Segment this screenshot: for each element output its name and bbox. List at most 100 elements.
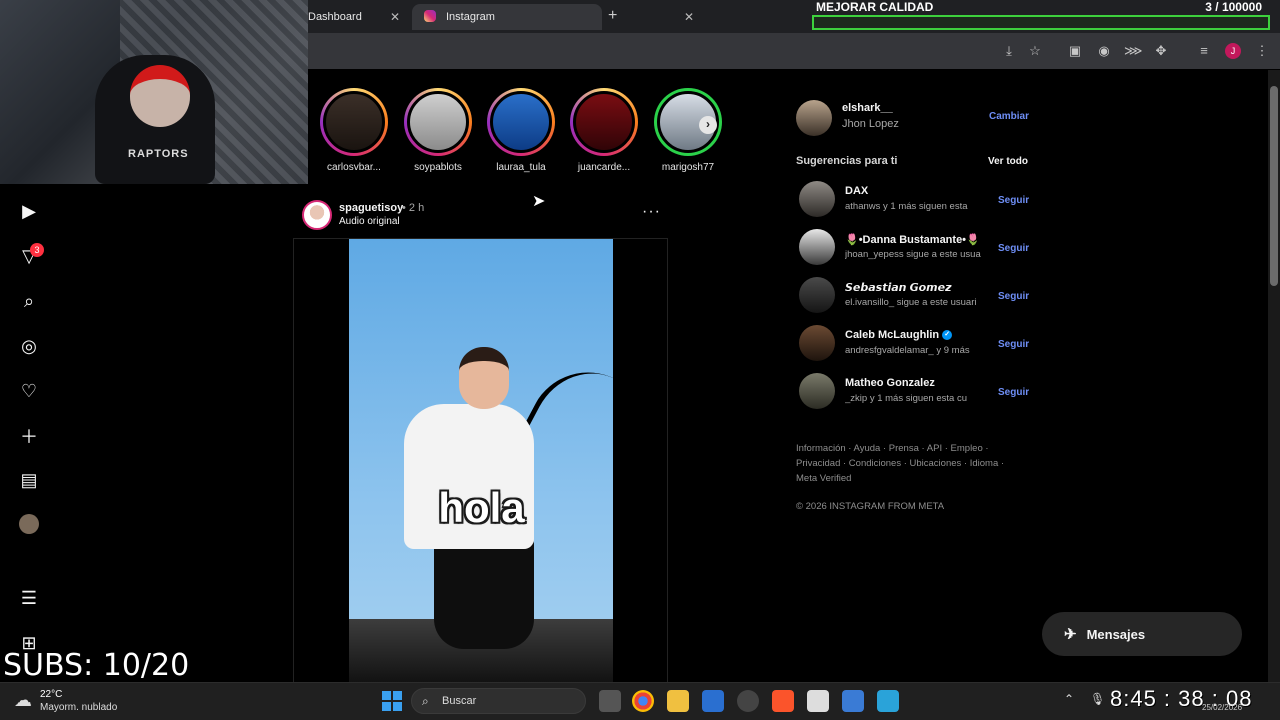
post-video[interactable]: hola [293,238,668,683]
quality-goal-label: MEJORAR CALIDAD [816,0,934,14]
weather-icon: ☁ [14,690,32,710]
notifications-badge: 3 [30,243,44,257]
app-icon[interactable] [842,690,864,712]
current-username[interactable]: elshark__ [842,102,893,114]
suggestion-context: _zkip y 1 más siguen esta cu [845,393,967,404]
instagram-icon [424,10,436,22]
close-tab-icon[interactable]: ✕ [684,10,694,24]
suggestion-name[interactable]: Matheo Gonzalez [845,377,935,389]
switch-account-button[interactable]: Cambiar [989,111,1029,122]
follow-button[interactable]: Seguir [998,243,1029,254]
file-explorer-icon[interactable] [667,690,689,712]
reels-icon[interactable]: ▶ [18,200,40,222]
story-username: lauraa_tula [496,162,546,173]
webcam-overlay: RAPTORS [0,0,308,184]
brave-icon[interactable] [772,690,794,712]
follow-button[interactable]: Seguir [998,195,1029,206]
suggestion-avatar[interactable] [799,181,835,217]
media-icon[interactable]: ≡ [1196,43,1212,59]
quality-goal-overlay: MEJORAR CALIDAD 3 / 100000 [812,0,1270,32]
follow-button[interactable]: Seguir [998,291,1029,302]
create-icon[interactable]: ＋ [18,425,40,447]
bookmark-star-icon[interactable]: ☆ [1027,43,1043,59]
dashboard-icon[interactable]: ▤ [18,469,40,491]
footer-links[interactable]: Información · Ayuda · Prensa · API · Emp… [796,441,1016,486]
close-tab-icon[interactable]: ✕ [390,10,400,24]
suggestion-context: jhoan_yepess sigue a este usua [845,249,981,260]
suggestion-context: el.ivansillo_ sigue a este usuari [845,297,977,308]
follow-button[interactable]: Seguir [998,387,1029,398]
story-username: juancarde... [577,162,631,173]
current-full-name: Jhon Lopez [842,118,899,130]
taskbar-search-label: Buscar [442,695,477,707]
suggestion-avatar[interactable] [799,373,835,409]
menu-dots-icon[interactable]: ⋮ [1254,43,1270,59]
tab-label: Instagram [446,11,495,23]
explore-icon[interactable]: ◎ [18,335,40,357]
story-item[interactable]: carlosvbar... [318,88,390,173]
puzzle-icon[interactable]: ✥ [1153,43,1169,59]
stories-next-button[interactable]: › [699,116,717,134]
profile-avatar[interactable] [19,514,39,534]
profile-avatar[interactable]: J [1225,43,1241,59]
post-audio-link[interactable]: Audio original [339,216,400,227]
heart-icon[interactable]: ♡ [18,380,40,402]
taskbar-date[interactable]: 25/02/2026 [1202,703,1242,712]
extension-icon[interactable]: ◉ [1096,43,1112,59]
app-icon[interactable] [737,690,759,712]
app-icon[interactable] [807,690,829,712]
chrome-icon[interactable] [632,690,654,712]
search-icon[interactable]: ⌕ [18,290,40,312]
copyright: © 2026 INSTAGRAM FROM META [796,501,945,512]
suggestion-avatar[interactable] [799,229,835,265]
suggestion-avatar[interactable] [799,325,835,361]
follow-button[interactable]: Seguir [998,339,1029,350]
more-menu-icon[interactable]: ☰ [18,587,40,609]
subs-counter-overlay: SUBS: 10/20 [3,648,190,683]
story-username: marigosh77 [661,162,715,173]
suggestion-name[interactable]: DAX [845,185,868,197]
suggestion-name[interactable]: 𝙎𝙚𝙗𝙖𝙨𝙩𝙞𝙖𝙣 𝙂𝙤𝙢𝙚𝙯 [845,281,951,294]
mouse-cursor-icon: ➤ [532,193,546,210]
suggestion-name-text: Caleb McLaughlin [845,329,940,341]
messages-button[interactable]: ✈ Mensajes [1042,612,1242,656]
extension-icon[interactable]: ⋙ [1124,43,1143,59]
task-view-icon[interactable] [599,690,621,712]
post-time: • 2 h [402,202,425,214]
weather-description[interactable]: Mayorm. nublado [40,702,117,713]
video-caption: hola [438,484,525,531]
tab-dashboard[interactable]: Dashboard ✕ [308,4,416,30]
weather-temp[interactable]: 22°C [40,689,62,700]
story-username: carlosvbar... [327,162,381,173]
suggestion-avatar[interactable] [799,277,835,313]
story-item[interactable]: juancarde... [568,88,640,173]
new-tab-button[interactable]: + [608,7,617,25]
quality-goal-bar [812,15,1270,30]
tab-label: Dashboard [308,11,362,23]
post-options-button[interactable]: ··· [642,203,661,221]
suggestions-title: Sugerencias para ti [796,155,898,167]
messages-label: Mensajes [1086,626,1146,642]
suggestion-name[interactable]: 🌷•Danna Bustamante•🌷 [845,233,980,246]
extension-icon[interactable]: ▣ [1067,43,1083,59]
search-icon: ⌕ [422,694,429,708]
post-username[interactable]: spaguetisoy [339,202,403,214]
start-button[interactable] [382,691,402,711]
scrollbar-thumb[interactable] [1270,86,1278,286]
app-icon[interactable] [877,690,899,712]
suggestion-name[interactable]: Caleb McLaughlin ✓ [845,329,953,341]
quality-goal-count: 3 / 100000 [1205,0,1262,14]
see-all-link[interactable]: Ver todo [988,156,1028,167]
post-author-avatar[interactable] [302,200,332,230]
suggestion-context: athanws y 1 más siguen esta [845,201,968,212]
story-item[interactable]: lauraa_tula [485,88,557,173]
suggestion-context: andresfgvaldelamar_ y 9 más [845,345,970,356]
chevron-up-icon[interactable]: ⌃ [1064,692,1074,706]
tab-instagram[interactable]: Instagram ✕ [412,4,694,30]
app-icon[interactable] [702,690,724,712]
current-user-avatar[interactable] [796,100,832,136]
story-item[interactable]: soypablots [402,88,474,173]
microphone-icon[interactable]: 🎙 [1090,692,1105,706]
install-app-icon[interactable]: ⤓ [1001,43,1017,59]
taskbar-search[interactable]: ⌕ Buscar [411,688,586,714]
